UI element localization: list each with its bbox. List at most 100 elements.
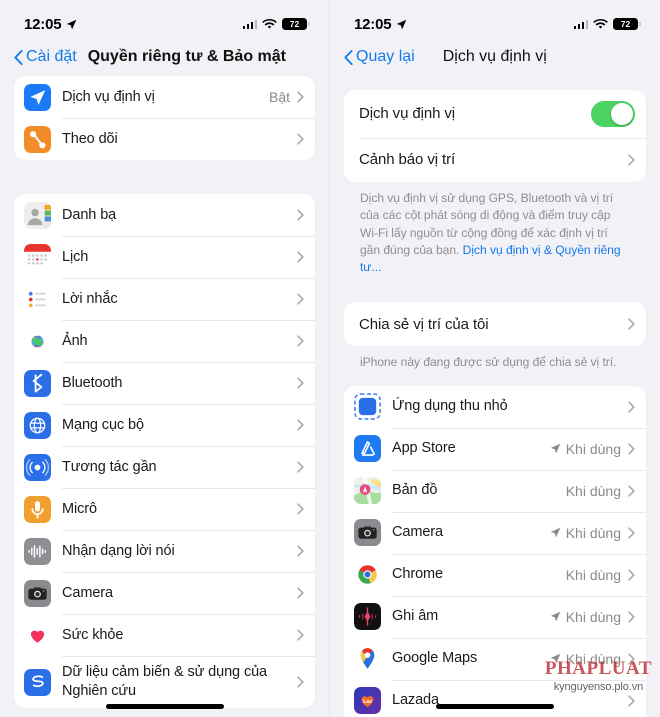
share-location-section: Chia sẻ vị trí của tôi [344, 302, 646, 347]
row-app-store[interactable]: App Store Khi dùng [344, 427, 646, 470]
row-local-network[interactable]: Mạng cục bộ [14, 404, 315, 446]
row-label: Ghi âm [392, 608, 439, 625]
row-label: Dịch vụ định vị [62, 88, 155, 105]
row-tracking[interactable]: Theo dõi [14, 118, 315, 160]
voice-memos-icon [354, 603, 381, 631]
row-label: Camera [392, 524, 443, 541]
clock: 12:05 [24, 15, 62, 33]
back-button-label: Quay lại [356, 48, 415, 65]
row-camera[interactable]: Camera Khi dùng [344, 511, 646, 554]
nav-bar-right: Quay lại Dịch vụ định vị [330, 38, 660, 76]
row-label: Tương tác gần [62, 458, 157, 475]
row-label: Nhận dạng lời nói [62, 542, 175, 559]
row-calendar[interactable]: Lịch [14, 236, 315, 278]
battery-indicator: 72 [282, 17, 310, 31]
nav-bar-left: Cài đặt Quyền riêng tư & Bảo mật [0, 38, 329, 76]
row-reminders[interactable]: Lời nhắc [14, 278, 315, 320]
chevron-left-icon [14, 49, 23, 65]
row-camera[interactable]: Camera [14, 572, 315, 614]
chevron-right-icon [628, 154, 635, 166]
row-chrome[interactable]: Chrome Khi dùng [344, 553, 646, 596]
row-nearby-interactions[interactable]: Tương tác gần [14, 446, 315, 488]
row-value: Khi dùng [565, 650, 621, 667]
chevron-right-icon [628, 695, 635, 707]
location-services-section: Dịch vụ định vị Cảnh báo vị trí [344, 90, 646, 182]
row-app-clips[interactable]: Ứng dụng thu nhỏ [344, 386, 646, 428]
row-label: Ứng dụng thu nhỏ [392, 398, 508, 415]
chevron-right-icon [297, 335, 304, 347]
dual-screenshot: 12:05 72 Cài đặt Quyền riêng tư & Bảo mậ… [0, 0, 660, 717]
row-speech-recognition[interactable]: Nhận dạng lời nói [14, 530, 315, 572]
health-icon [24, 621, 51, 649]
chevron-right-icon [297, 461, 304, 473]
row-value: Khi dùng [565, 566, 621, 583]
right-phone-screen: 12:05 72 Quay lại Dịch vụ định vị Dịch v… [330, 0, 660, 717]
home-indicator-left [105, 704, 224, 709]
location-services-description: Dịch vụ định vị sử dụng GPS, Bluetooth v… [344, 182, 646, 276]
row-label: Google Maps [392, 650, 478, 667]
row-location-services-toggle[interactable]: Dịch vụ định vị [344, 90, 646, 138]
chevron-right-icon [297, 133, 304, 145]
row-microphone[interactable]: Micrô [14, 488, 315, 530]
location-services-icon [24, 83, 51, 111]
row-voice-memos[interactable]: Ghi âm Khi dùng [344, 595, 646, 638]
location-arrow-icon [397, 19, 407, 29]
row-google-maps[interactable]: Google Maps Khi dùng [344, 637, 646, 680]
row-label: Bản đồ [392, 482, 438, 499]
cellular-signal-icon [573, 19, 588, 29]
row-label: Chia sẻ vị trí của tôi [359, 315, 489, 333]
status-bar-right: 12:05 72 [330, 0, 660, 38]
row-apple-maps[interactable]: Bản đồ Khi dùng [344, 469, 646, 512]
row-label: Sức khỏe [62, 626, 124, 643]
chevron-right-icon [297, 629, 304, 641]
row-label: Theo dõi [62, 130, 118, 147]
row-research-sensor-data[interactable]: Dữ liệu cảm biến & sử dụng của Nghiên cứ… [14, 656, 315, 708]
row-value: Khi dùng [565, 524, 621, 541]
wifi-icon [593, 18, 608, 28]
back-button-label: Cài đặt [26, 48, 77, 65]
battery-level-label: 72 [289, 18, 300, 29]
location-arrow-indicator-icon [550, 611, 561, 622]
page-title-left: Quyền riêng tư & Bảo mật [87, 48, 286, 65]
back-button-return[interactable]: Quay lại [344, 48, 415, 66]
reminders-icon [24, 285, 51, 313]
chevron-right-icon [628, 443, 635, 455]
row-bluetooth[interactable]: Bluetooth [14, 362, 315, 404]
clock: 12:05 [354, 15, 392, 33]
wifi-icon [262, 18, 277, 28]
row-photos[interactable]: Ảnh [14, 320, 315, 362]
row-location-services[interactable]: Dịch vụ định vị Bật [14, 76, 315, 118]
contacts-icon [24, 201, 51, 229]
local-network-icon [24, 411, 51, 439]
camera-icon [24, 579, 51, 607]
google-maps-icon [354, 645, 381, 673]
row-label: Camera [62, 584, 113, 601]
row-lazada[interactable]: Laz Lazada [344, 679, 646, 717]
row-value: Khi dùng [565, 440, 621, 457]
battery-level-label: 72 [620, 18, 631, 29]
status-bar-right-group: 72 [573, 17, 641, 31]
chevron-right-icon [297, 545, 304, 557]
nearby-interactions-icon [24, 453, 51, 481]
row-label: Lịch [62, 248, 89, 265]
battery-indicator: 72 [613, 17, 641, 31]
location-services-toggle[interactable] [591, 101, 635, 127]
chevron-right-icon [297, 676, 304, 688]
row-label: Micrô [62, 500, 97, 517]
chevron-right-icon [297, 377, 304, 389]
row-share-my-location[interactable]: Chia sẻ vị trí của tôi [344, 302, 646, 346]
privacy-section-location: Dịch vụ định vị Bật Theo dõi [14, 76, 315, 160]
row-label: Bluetooth [62, 374, 123, 391]
row-label: App Store [392, 440, 456, 457]
back-button-settings[interactable]: Cài đặt [14, 48, 77, 66]
row-health[interactable]: Sức khỏe [14, 614, 315, 656]
row-location-alerts[interactable]: Cảnh báo vị trí [344, 138, 646, 182]
location-arrow-indicator-icon [550, 443, 561, 454]
apple-maps-icon [354, 477, 381, 505]
chevron-right-icon [297, 587, 304, 599]
chrome-icon [354, 561, 381, 589]
chevron-right-icon [297, 91, 304, 103]
location-arrow-indicator-icon [550, 527, 561, 538]
microphone-icon [24, 495, 51, 523]
row-contacts[interactable]: Danh bạ [14, 194, 315, 236]
